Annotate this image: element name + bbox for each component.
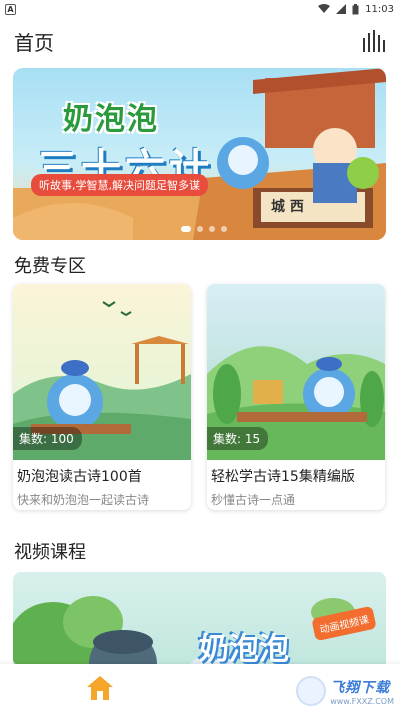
course-desc: 快来和奶泡泡一起读古诗	[17, 493, 150, 507]
watermark: 飞翔下载 www.FXXZ.COM	[296, 676, 394, 706]
episode-count-badge: 集数: 15	[207, 427, 269, 450]
carousel-dots	[181, 226, 227, 232]
video-section-title: 视频课程	[14, 542, 86, 563]
bar-chart-button[interactable]	[360, 28, 386, 54]
banner-sign: 城 西	[271, 199, 304, 215]
notification-icon: A	[5, 3, 16, 15]
nav-home[interactable]	[70, 668, 130, 708]
video-course-banner[interactable]: 奶泡泡 动画视频课	[13, 572, 386, 672]
banner-title: 奶泡泡	[63, 102, 159, 137]
course-desc: 秒懂古诗一点通	[211, 493, 296, 507]
home-icon	[87, 676, 113, 700]
course-cover: 集数: 100	[13, 284, 191, 460]
banner-tagline: 听故事,学智慧,解决问题足智多谋	[31, 174, 208, 196]
status-bar: A 11:03	[0, 0, 400, 18]
video-banner-title: 奶泡泡	[199, 632, 289, 667]
carousel-dot[interactable]	[197, 226, 203, 232]
free-section-title: 免费专区	[14, 256, 86, 277]
app-header: 首页	[0, 18, 400, 64]
episode-count-badge: 集数: 100	[13, 427, 82, 450]
watermark-url: www.FXXZ.COM	[330, 696, 394, 706]
carousel-dot[interactable]	[181, 226, 191, 232]
course-card[interactable]: 集数: 15 轻松学古诗15集精编版 秒懂古诗一点通	[207, 284, 385, 510]
watermark-text: 飞翔下载	[330, 679, 391, 696]
watermark-logo	[296, 676, 327, 706]
battery-icon	[352, 3, 359, 14]
wifi-icon	[318, 4, 331, 13]
course-cover: 集数: 15	[207, 284, 385, 460]
course-name: 轻松学古诗15集精编版	[211, 469, 355, 485]
course-card[interactable]: 集数: 100 奶泡泡读古诗100首 快来和奶泡泡一起读古诗	[13, 284, 191, 510]
signal-icon	[336, 4, 347, 14]
carousel-dot[interactable]	[209, 226, 215, 232]
status-time: 11:03	[365, 3, 394, 15]
promo-banner[interactable]: 奶泡泡 三十六计 听故事,学智慧,解决问题足智多谋 城 西	[13, 68, 386, 240]
course-name: 奶泡泡读古诗100首	[17, 469, 142, 485]
carousel-dot[interactable]	[221, 226, 227, 232]
bar-chart-icon	[363, 30, 385, 52]
page-title: 首页	[14, 30, 54, 55]
